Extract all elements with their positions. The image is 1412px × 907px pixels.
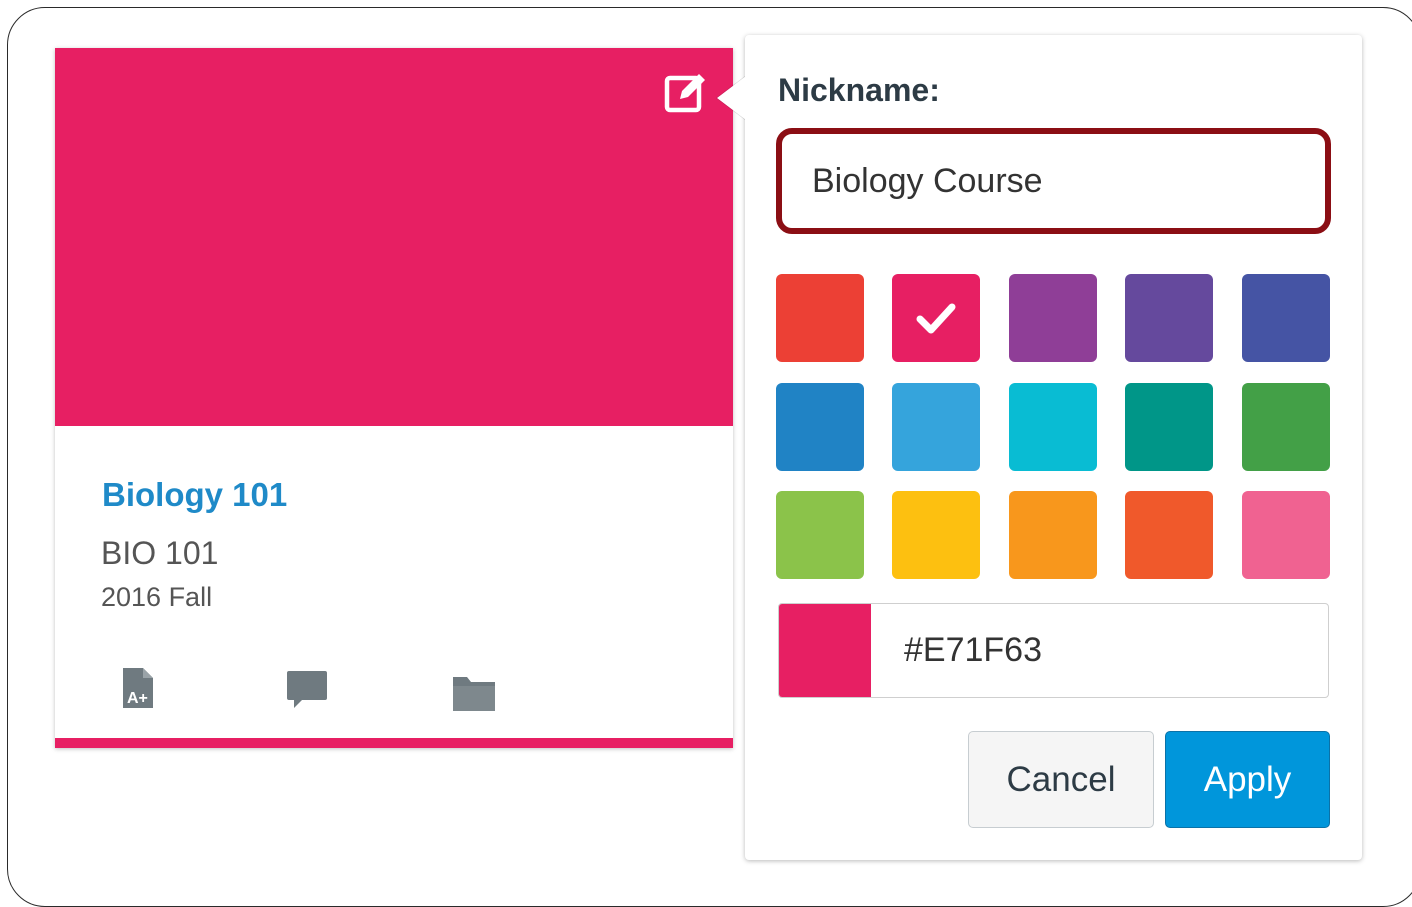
popover-arrow xyxy=(717,76,746,120)
color-swatch[interactable] xyxy=(776,383,864,471)
files-icon[interactable] xyxy=(452,673,496,718)
color-swatch[interactable] xyxy=(1242,491,1330,579)
color-swatch[interactable] xyxy=(1125,383,1213,471)
color-swatch[interactable] xyxy=(1009,274,1097,362)
nickname-label: Nickname: xyxy=(778,72,940,108)
color-swatch-selected[interactable] xyxy=(892,274,980,362)
svg-text:A+: A+ xyxy=(127,690,148,707)
hex-color-input[interactable] xyxy=(871,604,1328,696)
course-card[interactable]: Biology 101 BIO 101 2016 Fall A+ xyxy=(55,48,733,748)
hex-color-preview xyxy=(779,604,871,697)
color-swatch[interactable] xyxy=(1242,383,1330,471)
color-swatch[interactable] xyxy=(776,491,864,579)
color-swatch[interactable] xyxy=(1009,383,1097,471)
course-card-color-bar xyxy=(55,738,733,748)
hex-color-field xyxy=(778,603,1329,698)
color-swatch[interactable] xyxy=(1125,491,1213,579)
color-swatch[interactable] xyxy=(776,274,864,362)
discussions-icon[interactable] xyxy=(284,668,328,717)
course-card-hero[interactable] xyxy=(55,48,733,426)
assignments-icon[interactable]: A+ xyxy=(121,666,155,715)
checkmark-icon xyxy=(916,303,956,334)
course-name-link[interactable]: Biology 101 xyxy=(102,476,287,514)
color-swatch[interactable] xyxy=(1125,274,1213,362)
color-swatch[interactable] xyxy=(892,383,980,471)
nickname-input[interactable] xyxy=(776,128,1331,234)
course-code: BIO 101 xyxy=(101,535,219,571)
color-swatch[interactable] xyxy=(892,491,980,579)
color-swatch[interactable] xyxy=(1009,491,1097,579)
cancel-button[interactable]: Cancel xyxy=(968,731,1154,828)
apply-button[interactable]: Apply xyxy=(1165,731,1330,828)
course-term: 2016 Fall xyxy=(101,582,213,612)
edit-nickname-icon[interactable] xyxy=(664,71,708,115)
color-swatch[interactable] xyxy=(1242,274,1330,362)
